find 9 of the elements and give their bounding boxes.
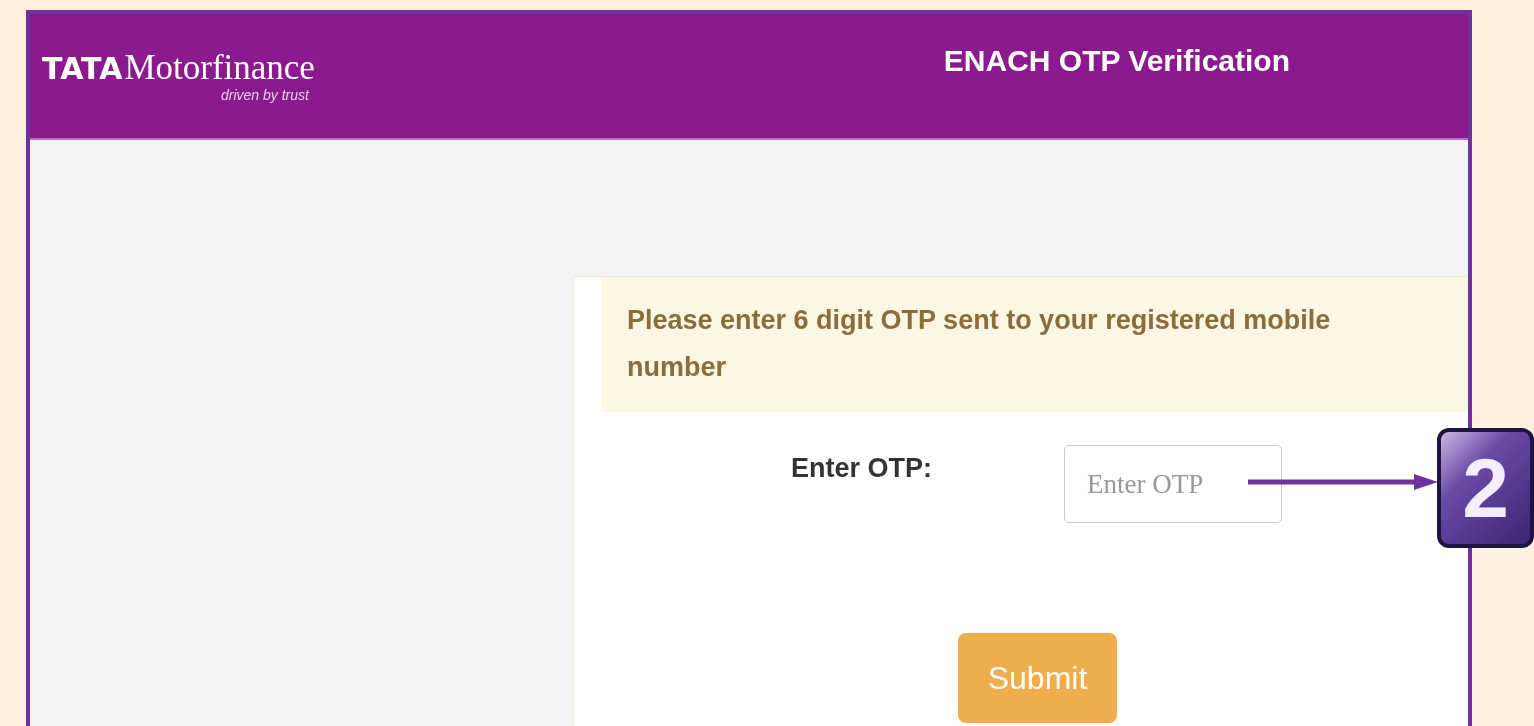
page-title: ENACH OTP Verification <box>943 44 1290 78</box>
submit-button[interactable]: Submit <box>958 633 1117 723</box>
logo-brand: TATA <box>42 54 123 84</box>
logo-tagline: driven by trust <box>220 87 309 103</box>
logo-name: Motorfinance <box>124 50 315 85</box>
otp-label: Enter OTP: <box>791 452 933 484</box>
info-alert: Please enter 6 digit OTP sent to your registered mobile number <box>601 277 1468 412</box>
otp-input-field[interactable]: Enter OTP <box>1064 445 1282 523</box>
step-badge: 2 <box>1437 428 1534 548</box>
